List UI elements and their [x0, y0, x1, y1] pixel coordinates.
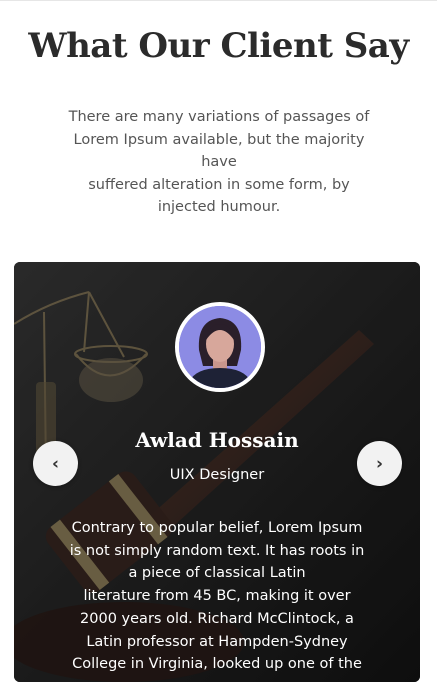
section-title: What Our Client Say — [28, 26, 409, 66]
quote-line: Latin professor at Hampden-Sydney — [86, 633, 348, 650]
quote-line: 2000 years old. Richard McClintock, a — [80, 610, 354, 627]
prev-testimonial-button[interactable]: ‹ — [33, 441, 78, 486]
chevron-right-icon: › — [375, 453, 383, 474]
client-name: Awlad Hossain — [135, 428, 299, 452]
next-testimonial-button[interactable]: › — [357, 441, 402, 486]
chevron-left-icon: ‹ — [51, 453, 59, 474]
subtitle-line: have — [201, 154, 237, 170]
client-avatar — [175, 302, 265, 392]
subtitle-line: Lorem Ipsum available, but the majority — [73, 131, 365, 148]
subtitle-line: suffered alteration in some form, by — [88, 176, 350, 193]
quote-line: literature from 45 BC, making it over — [83, 588, 351, 605]
testimonial-quote: Contrary to popular belief, Lorem Ipsum … — [60, 517, 374, 676]
subtitle-line: There are many variations of passages of — [68, 109, 370, 125]
top-divider — [0, 0, 437, 1]
subtitle-line: injected humour. — [157, 199, 281, 215]
section-subtitle: There are many variations of passages of… — [54, 106, 384, 219]
quote-line: Contrary to popular belief, Lorem Ipsum — [71, 520, 363, 536]
quote-line: a piece of classical Latin — [128, 565, 306, 582]
quote-line: is not simply random text. It has roots … — [69, 542, 365, 559]
quote-line: College in Virginia, looked up one of th… — [72, 656, 362, 673]
